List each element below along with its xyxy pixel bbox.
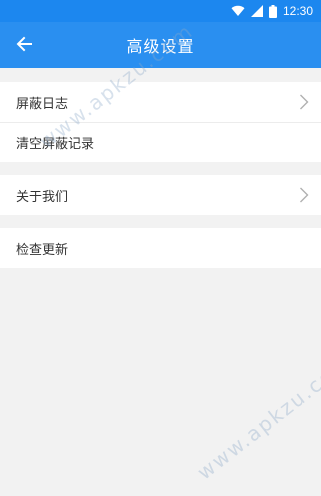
chevron-right-icon	[300, 187, 309, 203]
status-time: 12:30	[282, 4, 313, 18]
settings-group-about: 关于我们	[0, 175, 321, 215]
list-item-block-log[interactable]: 屏蔽日志	[0, 82, 321, 122]
list-item-label: 检查更新	[16, 242, 69, 258]
settings-group-update: 检查更新	[0, 228, 321, 268]
list-item-label: 屏蔽日志	[16, 96, 69, 112]
list-item-about-us[interactable]: 关于我们	[0, 175, 321, 215]
page-title: 高级设置	[126, 37, 195, 56]
list-item-label: 关于我们	[16, 189, 69, 205]
list-item-check-update[interactable]: 检查更新	[0, 228, 321, 268]
screen: 12:30 高级设置 屏蔽日志 清空屏蔽记录 关于我们 检查更新 www.apk…	[0, 0, 321, 496]
status-bar: 12:30	[0, 0, 321, 22]
chevron-right-icon	[300, 94, 309, 110]
back-button[interactable]	[6, 28, 42, 64]
battery-icon	[268, 4, 277, 18]
wifi-icon	[231, 5, 245, 17]
cell-signal-icon	[250, 5, 263, 17]
settings-group-log: 屏蔽日志 清空屏蔽记录	[0, 82, 321, 162]
list-item-clear-block-records[interactable]: 清空屏蔽记录	[0, 122, 321, 162]
watermark: www.apkzu.com	[192, 349, 321, 485]
arrow-left-icon	[16, 36, 32, 56]
app-bar: 高级设置	[0, 22, 321, 68]
list-item-label: 清空屏蔽记录	[16, 136, 95, 152]
